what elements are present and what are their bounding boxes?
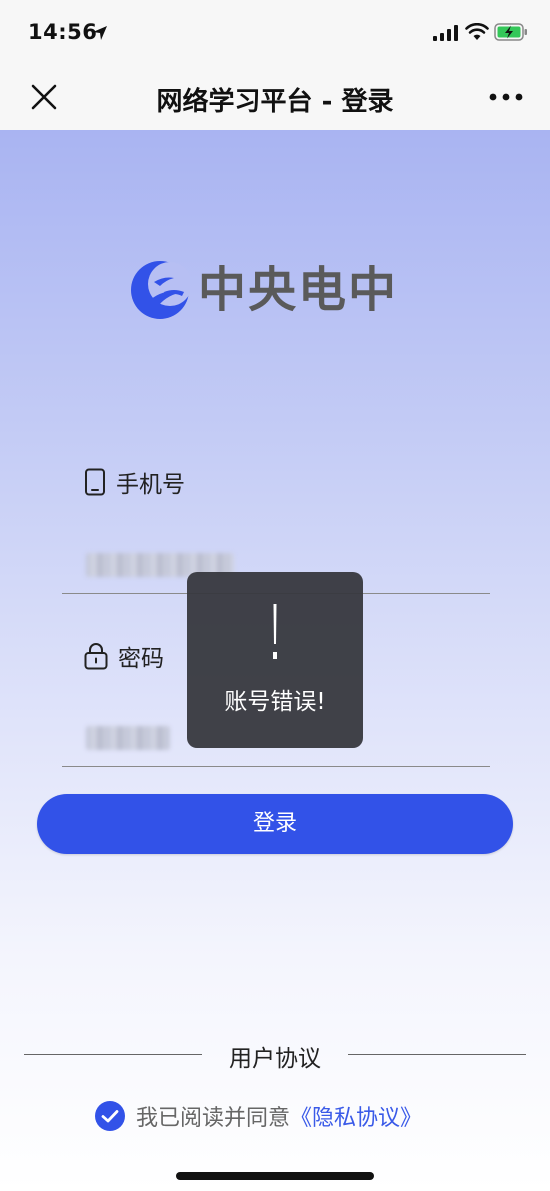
phone-label: 手机号 (84, 466, 185, 498)
lock-icon (84, 643, 108, 670)
toast-message: 账号错误! (224, 689, 326, 715)
user-agreement-divider: 用户协议 (24, 1039, 526, 1073)
cellular-signal-icon (433, 25, 458, 41)
phone-label-text: 手机号 (116, 472, 185, 498)
login-button[interactable]: 登录 (37, 794, 513, 854)
brand-logo: 中央电中 (128, 258, 428, 322)
battery-charging-icon (494, 23, 527, 41)
status-time: 14:56 (28, 20, 98, 44)
more-options-icon[interactable] (489, 92, 523, 102)
password-value-redacted (86, 726, 170, 750)
exclamation-icon (273, 604, 277, 659)
home-indicator (176, 1172, 374, 1180)
logo-text: 中央电中 (198, 262, 399, 318)
mobile-phone-icon (85, 468, 105, 496)
user-agreement-title[interactable]: 用户协议 (24, 1039, 526, 1073)
divider-line-right (348, 1054, 526, 1055)
logo-mark-icon (131, 261, 190, 319)
page-title: 网络学习平台 - 登录 (156, 87, 394, 117)
wifi-icon (465, 23, 489, 40)
privacy-policy-link[interactable]: 《隐私协议》 (290, 1100, 422, 1132)
password-label: 密码 (84, 640, 164, 672)
consent-row: 我已阅读并同意 《隐私协议》 (94, 1098, 422, 1134)
status-bar: 14:56 (0, 0, 550, 64)
password-label-text: 密码 (118, 646, 164, 672)
location-arrow-icon (93, 26, 107, 40)
error-toast: 账号错误! (187, 572, 363, 748)
consent-text: 我已阅读并同意 (136, 1106, 291, 1131)
nav-bar: 网络学习平台 - 登录 (0, 64, 550, 130)
checkbox-checked-icon[interactable] (94, 1100, 126, 1132)
